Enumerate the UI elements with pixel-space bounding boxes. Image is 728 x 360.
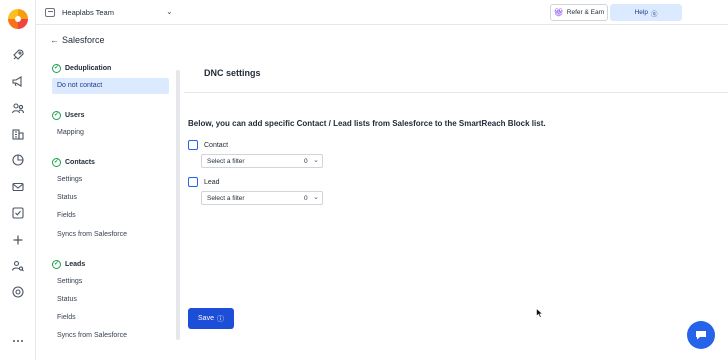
mail-icon[interactable] xyxy=(11,180,25,194)
lead-checkbox[interactable] xyxy=(188,177,198,187)
page-title: Salesforce xyxy=(62,35,105,45)
sidebar-item-contacts-status[interactable]: Status xyxy=(52,190,169,206)
sidebar-item-mapping[interactable]: Mapping xyxy=(52,125,169,141)
section-deduplication: ✓ Deduplication xyxy=(52,64,111,73)
section-heading: Contacts xyxy=(65,159,95,166)
back-arrow-icon[interactable]: ← xyxy=(50,35,59,45)
section-contacts: ✓ Contacts xyxy=(52,158,95,167)
chat-launcher-button[interactable] xyxy=(687,321,715,349)
sidebar-item-leads-syncs[interactable]: Syncs from Salesforce xyxy=(52,328,169,344)
question-circle-icon: ⓠ xyxy=(650,10,658,18)
check-circle-icon: ✓ xyxy=(52,158,61,167)
sidebar-item-contacts-fields[interactable]: Fields xyxy=(52,208,169,224)
app-logo[interactable] xyxy=(8,9,28,29)
filter-count: 0 xyxy=(304,158,308,165)
filter-placeholder: Select a filter xyxy=(207,158,245,165)
team-selector-label[interactable]: Heaplabs Team xyxy=(62,8,114,17)
megaphone-icon[interactable] xyxy=(11,74,25,88)
filter-count: 0 xyxy=(304,195,308,202)
sidebar-item-contacts-settings[interactable]: Settings xyxy=(52,172,169,188)
check-circle-icon: ✓ xyxy=(52,111,61,120)
sidebar-scrollbar[interactable] xyxy=(176,70,180,340)
sidebar-item-leads-fields[interactable]: Fields xyxy=(52,310,169,326)
team-icon xyxy=(45,8,55,17)
contact-label: Contact xyxy=(204,142,229,149)
lead-filter-select[interactable]: Select a filter 0 ⌄ xyxy=(201,191,323,205)
sidebar-item-do-not-contact[interactable]: Do not contact xyxy=(52,78,169,94)
contact-checkbox[interactable] xyxy=(188,140,198,150)
save-label: Save xyxy=(198,315,214,322)
sidebar-item-leads-status[interactable]: Status xyxy=(52,292,169,308)
check-square-icon[interactable] xyxy=(11,206,25,220)
contact-filter-select[interactable]: Select a filter 0 ⌄ xyxy=(201,154,323,168)
dnc-settings-title: DNC settings xyxy=(204,68,261,78)
check-circle-icon: ✓ xyxy=(52,64,61,73)
chevron-down-icon: ⌄ xyxy=(313,157,319,164)
dnc-description: Below, you can add specific Contact / Le… xyxy=(188,119,546,128)
settings-icon[interactable] xyxy=(11,285,25,299)
gift-icon: 🎁︎ xyxy=(553,8,564,17)
more-icon[interactable] xyxy=(11,334,25,348)
divider xyxy=(184,92,728,93)
section-leads: ✓ Leads xyxy=(52,260,85,269)
help-label: Help xyxy=(634,9,648,16)
sidebar-item-contacts-syncs[interactable]: Syncs from Salesforce xyxy=(52,227,169,243)
pie-chart-icon[interactable] xyxy=(11,153,25,167)
section-users: ✓ Users xyxy=(52,111,84,120)
refer-earn-button[interactable]: 🎁︎ Refer & Earn xyxy=(550,4,608,21)
plus-icon[interactable] xyxy=(11,233,25,247)
refer-earn-label: Refer & Earn xyxy=(566,9,605,16)
section-heading: Deduplication xyxy=(65,65,112,72)
info-circle-icon: ⓘ xyxy=(216,315,224,323)
chevron-down-icon: ⌄ xyxy=(313,194,319,201)
left-nav-rail xyxy=(0,0,36,360)
user-search-icon[interactable] xyxy=(11,259,25,273)
section-heading: Users xyxy=(65,112,85,119)
building-icon[interactable] xyxy=(11,127,25,141)
save-button[interactable]: Save ⓘ xyxy=(188,308,234,329)
section-heading: Leads xyxy=(65,261,86,268)
chat-icon xyxy=(696,331,706,340)
mouse-cursor-icon xyxy=(536,308,544,318)
filter-placeholder: Select a filter xyxy=(207,195,245,202)
lead-label: Lead xyxy=(204,179,220,186)
check-circle-icon: ✓ xyxy=(52,260,61,269)
settings-sidebar: ✓ Deduplication Do not contact ✓ Users M… xyxy=(44,56,174,356)
help-button[interactable]: Help ⓠ xyxy=(610,4,682,21)
sidebar-item-leads-settings[interactable]: Settings xyxy=(52,274,169,290)
rocket-icon[interactable] xyxy=(11,48,25,62)
users-icon[interactable] xyxy=(11,101,25,115)
chevron-down-icon[interactable]: ⌄ xyxy=(166,7,173,16)
